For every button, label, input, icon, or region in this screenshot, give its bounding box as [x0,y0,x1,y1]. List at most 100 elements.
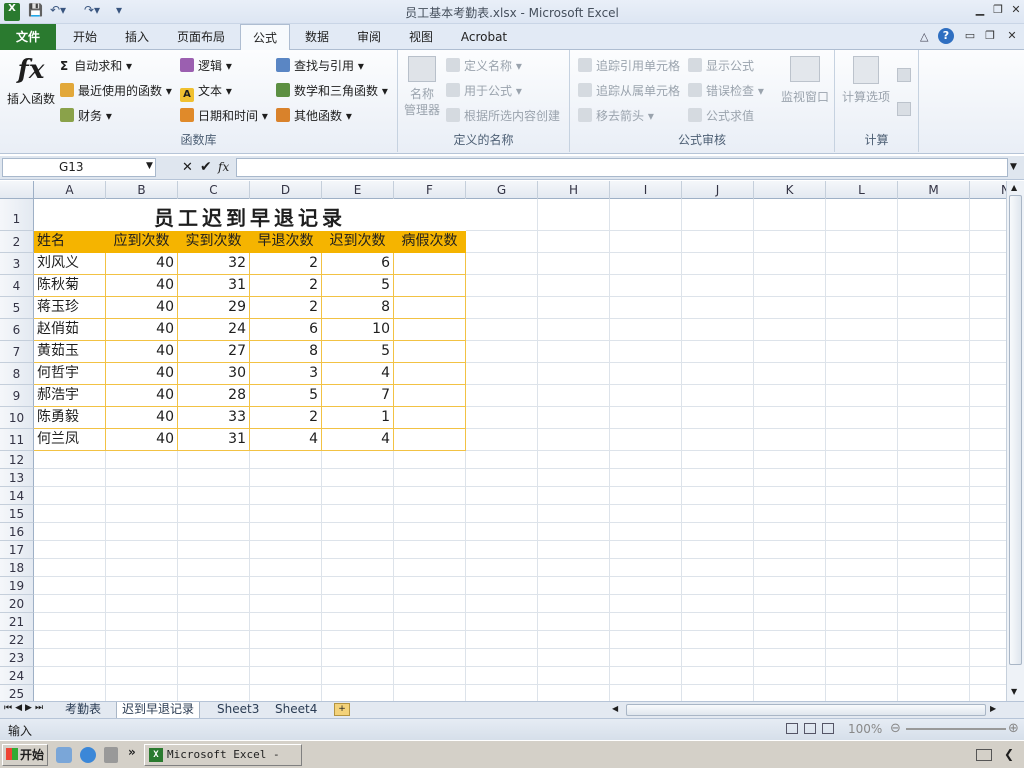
cell-l19[interactable] [826,577,898,595]
cell-k12[interactable] [754,451,826,469]
cell-h4[interactable] [538,275,610,297]
more-functions-button[interactable]: 其他函数 ▾ [276,106,352,126]
cell-k2[interactable] [754,231,826,253]
name-cell[interactable]: 郝浩宇 [34,385,106,407]
cell-h6[interactable] [538,319,610,341]
cell-k8[interactable] [754,363,826,385]
cell-n6[interactable] [970,319,1006,341]
cell-j3[interactable] [682,253,754,275]
cell-n20[interactable] [970,595,1006,613]
cell-m13[interactable] [898,469,970,487]
cell-i2[interactable] [610,231,682,253]
cell-k20[interactable] [754,595,826,613]
cell-j8[interactable] [682,363,754,385]
insert-sheet-icon[interactable]: + [334,703,350,716]
cell-h25[interactable] [538,685,610,701]
cell-m19[interactable] [898,577,970,595]
cell-i18[interactable] [610,559,682,577]
cell-j13[interactable] [682,469,754,487]
cell-l24[interactable] [826,667,898,685]
cell-h16[interactable] [538,523,610,541]
cell-g5[interactable] [466,297,538,319]
cell-b12[interactable] [106,451,178,469]
cell-k3[interactable] [754,253,826,275]
cell-b25[interactable] [106,685,178,701]
zoom-slider[interactable] [906,728,1006,730]
zoom-in-icon[interactable]: ⊕ [1008,721,1019,736]
value-cell[interactable] [394,407,466,429]
cell-i24[interactable] [610,667,682,685]
cell-h18[interactable] [538,559,610,577]
cell-j6[interactable] [682,319,754,341]
cell-c23[interactable] [178,649,250,667]
cell-l3[interactable] [826,253,898,275]
expand-formula-bar-icon[interactable]: ▼ [1010,162,1017,172]
cell-l14[interactable] [826,487,898,505]
cell-a13[interactable] [34,469,106,487]
col-header-a[interactable]: A [34,181,106,199]
cancel-icon[interactable]: ✕ [182,160,193,175]
horizontal-scroll-thumb[interactable] [626,704,986,716]
vertical-scrollbar[interactable]: ▲ ▼ [1006,181,1024,701]
value-cell[interactable]: 2 [250,253,322,275]
cell-h22[interactable] [538,631,610,649]
row-header-8[interactable]: 8 [0,363,34,385]
cell-f25[interactable] [394,685,466,701]
value-cell[interactable]: 7 [322,385,394,407]
cell-h13[interactable] [538,469,610,487]
cell-a24[interactable] [34,667,106,685]
value-cell[interactable]: 30 [178,363,250,385]
tab-file[interactable]: 文件 [0,24,56,50]
row-header-10[interactable]: 10 [0,407,34,429]
cell-k21[interactable] [754,613,826,631]
name-cell[interactable]: 陈勇毅 [34,407,106,429]
desktop-icon[interactable] [56,747,72,763]
cell-j21[interactable] [682,613,754,631]
value-cell[interactable]: 24 [178,319,250,341]
value-cell[interactable]: 1 [322,407,394,429]
value-cell[interactable] [394,429,466,451]
value-cell[interactable]: 2 [250,407,322,429]
cell-i25[interactable] [610,685,682,701]
cell-f24[interactable] [394,667,466,685]
cell-k7[interactable] [754,341,826,363]
cell-k18[interactable] [754,559,826,577]
cell-i13[interactable] [610,469,682,487]
cell-d25[interactable] [250,685,322,701]
cell-l21[interactable] [826,613,898,631]
cell-a1[interactable] [34,199,106,231]
cell-d18[interactable] [250,559,322,577]
cell-m3[interactable] [898,253,970,275]
value-cell[interactable]: 2 [250,297,322,319]
cell-g21[interactable] [466,613,538,631]
formula-input[interactable] [236,158,1008,177]
cell-j15[interactable] [682,505,754,523]
insert-function-fx-icon[interactable]: fx [218,160,229,174]
cell-j18[interactable] [682,559,754,577]
cell-l17[interactable] [826,541,898,559]
cell-d22[interactable] [250,631,322,649]
page-layout-view-icon[interactable] [804,723,816,734]
col-header-n[interactable]: N [970,181,1006,199]
cell-m1[interactable] [898,199,970,231]
cell-b20[interactable] [106,595,178,613]
cell-g18[interactable] [466,559,538,577]
cell-c16[interactable] [178,523,250,541]
cell-m18[interactable] [898,559,970,577]
row-header-13[interactable]: 13 [0,469,34,487]
cell-n4[interactable] [970,275,1006,297]
zoom-out-icon[interactable]: ⊖ [890,721,901,736]
cell-m22[interactable] [898,631,970,649]
cell-n3[interactable] [970,253,1006,275]
cell-g17[interactable] [466,541,538,559]
cell-b24[interactable] [106,667,178,685]
row-header-7[interactable]: 7 [0,341,34,363]
cell-j22[interactable] [682,631,754,649]
cell-m17[interactable] [898,541,970,559]
cell-k11[interactable] [754,429,826,451]
tab-view[interactable]: 视图 [396,24,446,50]
row-header-15[interactable]: 15 [0,505,34,523]
col-header-m[interactable]: M [898,181,970,199]
cell-e20[interactable] [322,595,394,613]
cell-n10[interactable] [970,407,1006,429]
